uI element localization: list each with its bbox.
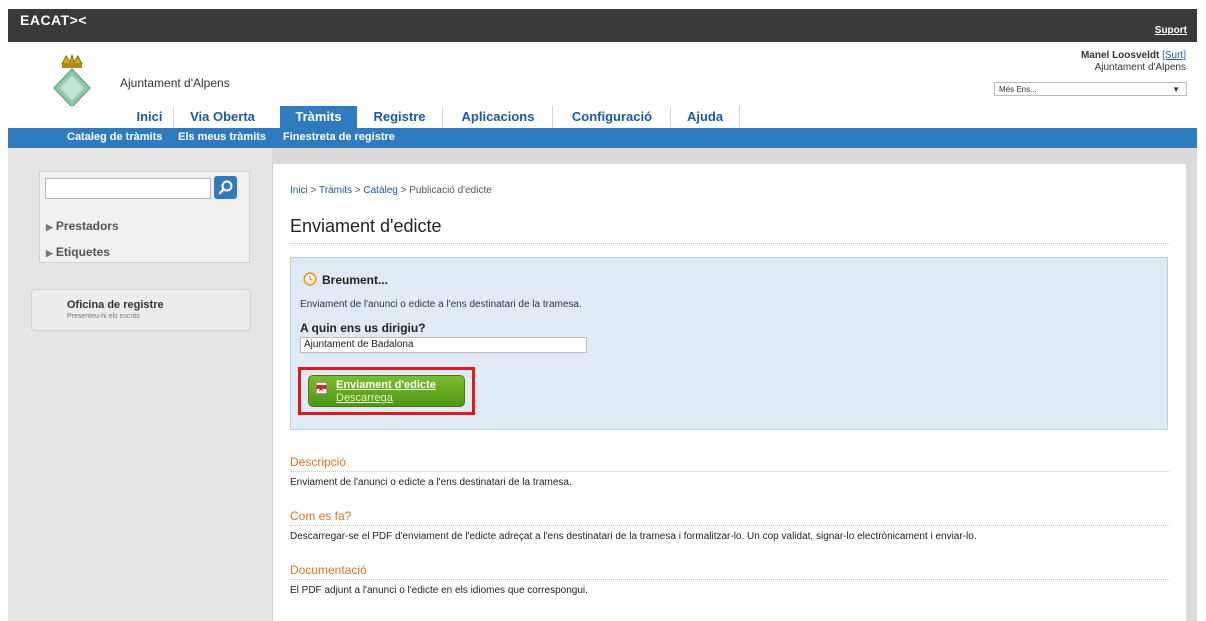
sub-nav: Cataleg de tràmits Els meus tràmits Fine… [8, 128, 1197, 148]
search-input[interactable] [45, 178, 211, 199]
top-bar: EACAT>< Suport [8, 9, 1197, 42]
user-box: Manel Loosveldt [Surt] Ajuntament d'Alpe… [1081, 50, 1186, 74]
tab-configuracio[interactable]: Configuració [552, 106, 671, 128]
main-content: Inici > Tràmits > Catàleg > Publicació d… [272, 164, 1186, 621]
breadcrumb-current: Publicació d'edicte [409, 185, 492, 196]
breadcrumb-inici[interactable]: Inici [290, 185, 308, 196]
download-label: Enviament d'edicte [336, 379, 436, 391]
org-name: Ajuntament d'Alpens [120, 76, 230, 90]
clock-icon [303, 272, 317, 286]
download-edicte-button[interactable]: Enviament d'edicte Descarrega [308, 375, 465, 407]
tab-via-oberta[interactable]: Via Oberta [173, 106, 271, 128]
section-documentacio-text: El PDF adjunt a l'anunci o l'edicte en e… [290, 585, 588, 596]
sidebar: ▶ Prestadors ▶ Etiquetes Oficina de regist… [8, 148, 272, 621]
user-name: Manel Loosveldt [1080, 50, 1160, 61]
brief-title: Breument... [322, 273, 389, 287]
section-descripcio-text: Enviament de l'anunci o edicte a l'ens d… [290, 477, 572, 488]
section-documentacio-heading: Documentació [290, 563, 367, 577]
header: Ajuntament d'Alpens Manel Loosveldt [Sur… [8, 42, 1197, 108]
section-divider [290, 525, 1170, 526]
subnav-cataleg[interactable]: Cataleg de tràmits [67, 128, 162, 148]
tab-registre[interactable]: Registre [357, 106, 442, 128]
tab-ajuda[interactable]: Ajuda [670, 106, 740, 128]
main-tabs: Inici Via Oberta Tràmits Registre Aplica… [8, 106, 1197, 128]
app-frame: EACAT>< Suport Ajuntament d'Alpens Manel… [8, 9, 1197, 621]
logout-link[interactable]: [Surt] [1162, 50, 1186, 61]
section-com-es-fa-heading: Com es fa? [290, 509, 352, 523]
ens-select[interactable]: Més Ens... ▼ [994, 82, 1187, 96]
sidebar-item-label: Prestadors [55, 219, 119, 233]
title-divider [290, 243, 1170, 244]
ens-select-value: Més Ens... [999, 85, 1037, 94]
section-divider [290, 471, 1170, 472]
destination-label: A quin ens us dirigiu? [300, 321, 426, 335]
oficina-title: Oficina de registre [67, 299, 164, 311]
breadcrumb-cataleg[interactable]: Catàleg [363, 185, 397, 196]
search-button[interactable] [214, 176, 237, 199]
page-title: Enviament d'edicte [290, 216, 442, 236]
section-divider [290, 579, 1170, 580]
breadcrumb-separator: > [307, 185, 320, 196]
oficina-registre-card[interactable]: Oficina de registre Presenteu-hi els esc… [31, 289, 251, 331]
breadcrumb-tramits[interactable]: Tràmits [319, 185, 352, 196]
section-com-es-fa-text: Descarregar-se el PDF d'enviament de l'e… [290, 531, 977, 542]
sidebar-item-prestadors[interactable]: ▶ Prestadors [46, 219, 119, 233]
breadcrumb-separator: > [351, 185, 364, 196]
search-icon [218, 180, 233, 195]
destination-field[interactable]: Ajuntament de Badalona [300, 337, 587, 353]
municipal-crest-icon [53, 54, 91, 108]
support-link[interactable]: Suport [1155, 25, 1187, 36]
user-org: Ajuntament d'Alpens [1094, 62, 1186, 73]
subnav-finestreta[interactable]: Finestreta de registre [283, 128, 395, 148]
breadcrumb: Inici > Tràmits > Catàleg > Publicació d… [290, 185, 492, 196]
download-sublabel: Descarrega [336, 392, 393, 404]
tab-inici[interactable]: Inici [126, 106, 173, 128]
brief-description: Enviament de l'anunci o edicte a l'ens d… [300, 299, 582, 310]
download-highlight: Enviament d'edicte Descarrega [298, 367, 475, 415]
oficina-subtitle: Presenteu-hi els escrits [67, 313, 140, 320]
pdf-icon [316, 382, 327, 394]
section-descripcio-heading: Descripció [290, 455, 347, 469]
sidebar-item-etiquetes[interactable]: ▶ Etiquetes [46, 245, 110, 259]
tab-tramits[interactable]: Tràmits [280, 106, 357, 128]
dropdown-arrow-icon: ▼ [1172, 85, 1180, 94]
tab-aplicacions[interactable]: Aplicacions [442, 106, 553, 128]
search-panel: ▶ Prestadors ▶ Etiquetes [39, 171, 250, 263]
eacat-logo[interactable]: EACAT>< [20, 12, 87, 28]
subnav-meus-tramits[interactable]: Els meus tràmits [178, 128, 266, 148]
sidebar-item-label: Etiquetes [55, 245, 110, 259]
breadcrumb-separator: > [397, 185, 410, 196]
brief-box: Breument... Enviament de l'anunci o edic… [290, 257, 1168, 430]
triangle-right-icon: ▶ [46, 248, 53, 258]
triangle-right-icon: ▶ [46, 222, 53, 232]
